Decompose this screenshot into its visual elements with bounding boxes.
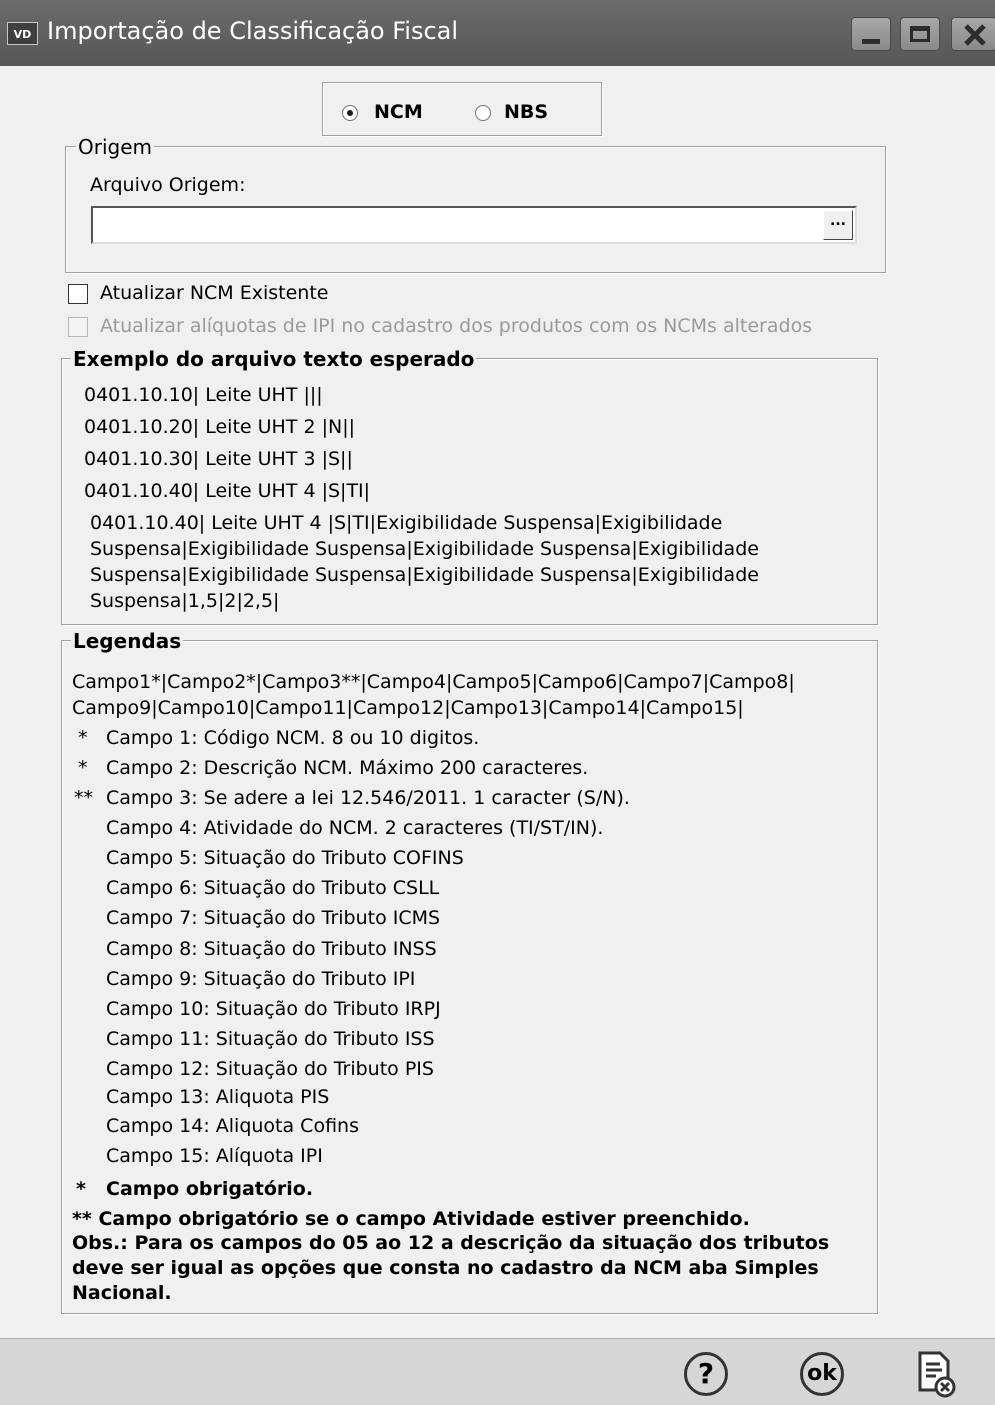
nbs-radio[interactable] (475, 105, 491, 121)
legend-note: deve ser igual as opções que consta no c… (72, 1257, 819, 1279)
field-description: Campo 13: Aliquota PIS (106, 1086, 330, 1108)
help-icon: ? (697, 1357, 715, 1390)
ok-button[interactable]: ok (800, 1352, 844, 1396)
example-line: 0401.10.30| Leite UHT 3 |S|| (84, 448, 353, 470)
cancel-button[interactable] (914, 1350, 958, 1398)
example-line: 0401.10.10| Leite UHT ||| (84, 384, 323, 406)
update-ncm-checkbox[interactable] (68, 284, 88, 304)
close-icon (964, 24, 986, 46)
required-note: Campo obrigatório. (106, 1178, 314, 1200)
field-description: Campo 9: Situação do Tributo IPI (106, 968, 416, 990)
browse-file-button[interactable]: ... (823, 210, 853, 240)
field-description: Campo 4: Atividade do NCM. 2 caracteres … (106, 817, 604, 839)
field-description: Campo 10: Situação do Tributo IRPJ (106, 998, 441, 1020)
update-ipi-checkbox (68, 317, 88, 337)
example-long-line: Suspensa|Exigibilidade Suspensa|Exigibil… (90, 538, 759, 560)
origin-group-title: Origem (76, 135, 155, 159)
required-mark: * (76, 1178, 86, 1200)
example-long-line: Suspensa|1,5|2|2,5| (90, 590, 280, 612)
title-bar: VD Importação de Classificação Fiscal (0, 0, 995, 66)
legend-note: ** Campo obrigatório se o campo Atividad… (72, 1208, 750, 1230)
field-description: Campo 14: Aliquota Cofins (106, 1115, 359, 1137)
field-description: Campo 7: Situação do Tributo ICMS (106, 907, 441, 929)
legend-format-line: Campo1*|Campo2*|Campo3**|Campo4|Campo5|C… (72, 671, 795, 693)
legend-note: Nacional. (72, 1282, 172, 1304)
legend-note: Obs.: Para os campos do 05 ao 12 a descr… (72, 1232, 830, 1254)
minimize-button[interactable] (851, 17, 891, 51)
field-mark: * (78, 727, 88, 749)
field-description: Campo 11: Situação do Tributo ISS (106, 1028, 435, 1050)
app-icon: VD (7, 22, 38, 45)
field-mark: * (78, 757, 88, 779)
maximize-icon (910, 26, 930, 42)
maximize-button[interactable] (900, 17, 940, 51)
ok-icon: ok (807, 1361, 837, 1386)
ncm-radio[interactable] (342, 105, 358, 121)
field-mark: ** (74, 787, 93, 809)
document-cancel-icon (918, 1351, 956, 1398)
example-long-line: 0401.10.40| Leite UHT 4 |S|TI|Exigibilid… (90, 512, 723, 534)
window-title: Importação de Classificação Fiscal (47, 17, 459, 45)
type-selector-group (322, 82, 602, 136)
field-description: Campo 5: Situação do Tributo COFINS (106, 847, 464, 869)
dialog-client-area: NCM NBS Origem Arquivo Origem: ... Atual… (8, 66, 995, 1338)
field-description: Campo 1: Código NCM. 8 ou 10 digitos. (106, 727, 480, 749)
example-line: 0401.10.20| Leite UHT 2 |N|| (84, 416, 356, 438)
field-description: Campo 6: Situação do Tributo CSLL (106, 877, 440, 899)
example-long-line: Suspensa|Exigibilidade Suspensa|Exigibil… (90, 564, 759, 586)
dialog-button-bar (0, 1338, 995, 1405)
nbs-radio-label[interactable]: NBS (504, 101, 548, 123)
close-button[interactable] (951, 17, 995, 51)
field-description: Campo 8: Situação do Tributo INSS (106, 938, 437, 960)
example-line: 0401.10.40| Leite UHT 4 |S|TI| (84, 480, 371, 502)
ncm-radio-label[interactable]: NCM (374, 101, 423, 123)
file-origin-label: Arquivo Origem: (90, 174, 246, 196)
legend-format-line: Campo9|Campo10|Campo11|Campo12|Campo13|C… (72, 697, 744, 719)
update-ncm-label[interactable]: Atualizar NCM Existente (100, 282, 328, 304)
field-description: Campo 15: Alíquota IPI (106, 1145, 323, 1167)
field-description: Campo 12: Situação do Tributo PIS (106, 1058, 434, 1080)
update-ipi-label: Atualizar alíquotas de IPI no cadastro d… (100, 315, 813, 337)
minimize-icon (862, 39, 880, 44)
help-button[interactable]: ? (684, 1352, 728, 1396)
legend-group-title: Legendas (71, 629, 184, 653)
example-group-title: Exemplo do arquivo texto esperado (71, 347, 477, 371)
field-description: Campo 2: Descrição NCM. Máximo 200 carac… (106, 757, 589, 779)
field-description: Campo 3: Se adere a lei 12.546/2011. 1 c… (106, 787, 630, 809)
file-origin-input[interactable]: ... (91, 206, 857, 244)
